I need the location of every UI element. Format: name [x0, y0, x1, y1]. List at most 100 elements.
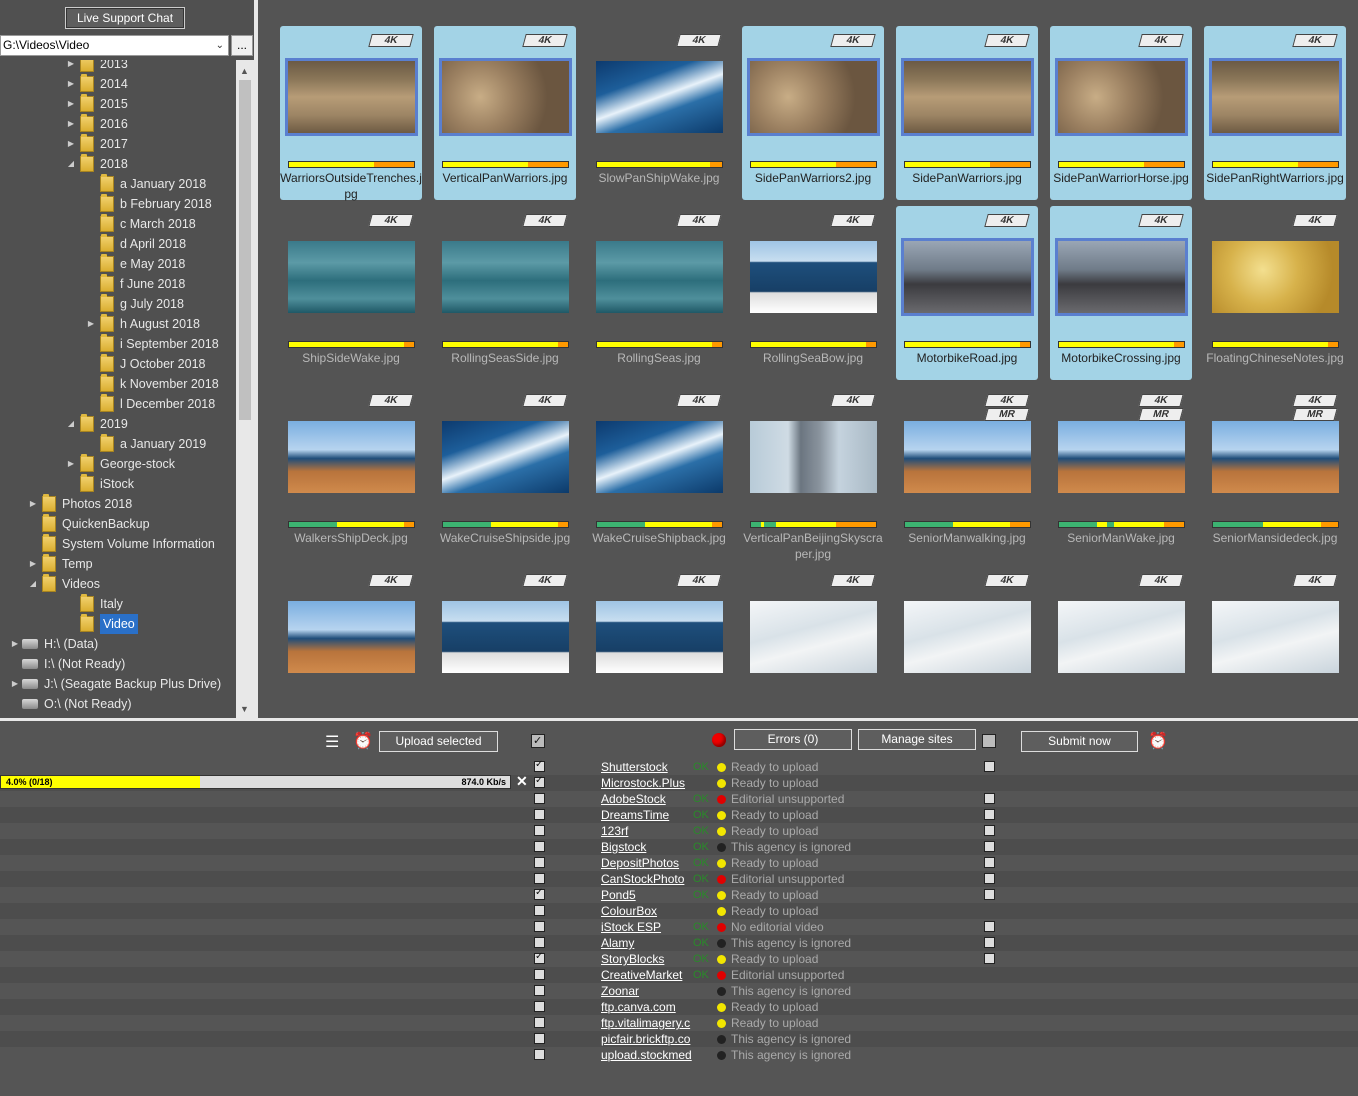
thumbnail-card[interactable]: 4K MotorbikeCrossing.jpg [1050, 206, 1192, 380]
site-option-checkbox[interactable] [984, 793, 995, 804]
tree-item[interactable]: Italy [0, 594, 236, 614]
site-option-checkbox[interactable] [984, 841, 995, 852]
site-link[interactable]: DreamsTime [601, 807, 701, 823]
tree-item[interactable]: c March 2018 [0, 214, 236, 234]
tree-item[interactable]: Video [0, 614, 236, 634]
tree-item[interactable]: ▶ 2015 [0, 94, 236, 114]
chevron-down-icon[interactable]: ⌄ [216, 36, 224, 55]
thumbnail-card[interactable]: 4K RollingSeasSide.jpg [434, 206, 576, 380]
thumbnail-card[interactable]: 4K MR SeniorManWake.jpg [1050, 386, 1192, 560]
thumbnail-card[interactable]: 4K FloatingChineseNotes.jpg [1204, 206, 1346, 380]
site-checkbox[interactable] [534, 985, 545, 996]
thumbnail-card[interactable]: 4K WakeCruiseShipback.jpg [588, 386, 730, 560]
site-link[interactable]: Microstock.Plus [601, 775, 701, 791]
tree-item[interactable]: i September 2018 [0, 334, 236, 354]
tree-item[interactable]: J October 2018 [0, 354, 236, 374]
thumbnail-card[interactable]: 4K [280, 566, 422, 740]
site-checkbox[interactable] [534, 921, 545, 932]
expand-arrow-icon[interactable]: ▶ [66, 134, 76, 154]
thumbnail-image[interactable] [596, 421, 723, 493]
select-all-checkbox[interactable] [531, 734, 545, 748]
scroll-down-icon[interactable]: ▼ [240, 704, 249, 714]
tree-item[interactable]: ▶ 2013 [0, 60, 236, 74]
thumbnail-image[interactable] [1212, 421, 1339, 493]
alarm-clock-icon[interactable]: ⏰ [353, 731, 373, 751]
tree-item[interactable]: ▶ H:\ (Data) [0, 634, 236, 654]
expand-arrow-icon[interactable]: ▶ [28, 554, 38, 574]
site-checkbox[interactable] [534, 937, 545, 948]
browse-button[interactable]: ... [231, 35, 253, 56]
thumbnail-card[interactable]: 4K MotorbikeRoad.jpg [896, 206, 1038, 380]
site-checkbox[interactable] [534, 793, 545, 804]
thumbnail-card[interactable]: 4K VerticalPanWarriors.jpg [434, 26, 576, 200]
tree-item[interactable]: ▶ 2014 [0, 74, 236, 94]
site-option-checkbox[interactable] [984, 873, 995, 884]
expanded-arrow-icon[interactable]: ◢ [66, 154, 76, 174]
site-link[interactable]: Pond5 [601, 887, 701, 903]
expand-arrow-icon[interactable]: ▶ [28, 494, 38, 514]
site-link[interactable]: CreativeMarket [601, 967, 701, 983]
thumbnail-image[interactable] [1212, 61, 1339, 133]
tree-item[interactable]: O:\ (Not Ready) [0, 694, 236, 714]
thumbnail-card[interactable]: 4K WarriorsOutsideTrenches.jpg [280, 26, 422, 201]
expand-arrow-icon[interactable]: ▶ [66, 114, 76, 134]
thumbnail-card[interactable]: 4K MR SeniorMansidedeck.jpg [1204, 386, 1346, 560]
site-checkbox[interactable] [534, 887, 545, 900]
thumbnail-image[interactable] [1058, 241, 1185, 313]
thumbnail-card[interactable]: 4K [1204, 566, 1346, 740]
tree-item[interactable]: ▶ h August 2018 [0, 314, 236, 334]
site-link[interactable]: 123rf [601, 823, 701, 839]
thumbnail-card[interactable]: 4K ShipSideWake.jpg [280, 206, 422, 380]
tree-item[interactable]: a January 2019 [0, 434, 236, 454]
thumbnail-image[interactable] [442, 61, 569, 133]
options-checkbox[interactable] [982, 734, 996, 748]
thumbnail-card[interactable]: 4K SlowPanShipWake.jpg [588, 26, 730, 200]
site-option-checkbox[interactable] [984, 761, 995, 772]
manage-sites-button[interactable]: Manage sites [858, 729, 976, 750]
site-link[interactable]: picfair.brickftp.co [601, 1031, 701, 1047]
tree-item[interactable]: ▶ Photos 2018 [0, 494, 236, 514]
site-checkbox[interactable] [534, 857, 545, 868]
site-option-checkbox[interactable] [984, 825, 995, 836]
scrollbar-thumb[interactable] [239, 80, 251, 420]
site-checkbox[interactable] [534, 841, 545, 852]
site-link[interactable]: ftp.vitalimagery.c [601, 1015, 701, 1031]
tree-item[interactable]: ◢ Videos [0, 574, 236, 594]
site-link[interactable]: AdobeStock [601, 791, 701, 807]
site-checkbox[interactable] [534, 873, 545, 884]
list-icon[interactable]: ☰ [325, 732, 339, 752]
scroll-up-icon[interactable]: ▲ [240, 66, 249, 76]
thumbnail-image[interactable] [442, 601, 569, 673]
thumbnail-image[interactable] [288, 421, 415, 493]
submit-now-button[interactable]: Submit now [1021, 731, 1138, 752]
thumbnail-image[interactable] [750, 601, 877, 673]
tree-item[interactable]: ▶ J:\ (Seagate Backup Plus Drive) [0, 674, 236, 694]
site-checkbox[interactable] [534, 1001, 545, 1012]
site-checkbox[interactable] [534, 775, 545, 788]
expanded-arrow-icon[interactable]: ◢ [66, 414, 76, 434]
thumbnail-card[interactable]: 4K SidePanWarriors2.jpg [742, 26, 884, 200]
tree-item[interactable]: l December 2018 [0, 394, 236, 414]
thumbnail-card[interactable]: 4K [742, 566, 884, 740]
thumbnail-image[interactable] [1058, 421, 1185, 493]
tree-item[interactable]: I:\ (Not Ready) [0, 654, 236, 674]
tree-item[interactable]: ▶ 2016 [0, 114, 236, 134]
thumbnail-card[interactable]: 4K [1050, 566, 1192, 740]
expand-arrow-icon[interactable]: ▶ [66, 60, 76, 74]
thumbnail-card[interactable]: 4K WakeCruiseShipside.jpg [434, 386, 576, 560]
thumbnail-card[interactable]: 4K [588, 566, 730, 740]
thumbnail-image[interactable] [442, 421, 569, 493]
thumbnail-image[interactable] [1212, 601, 1339, 673]
thumbnail-image[interactable] [750, 241, 877, 313]
site-option-checkbox[interactable] [984, 857, 995, 868]
thumbnail-card[interactable]: 4K WalkersShipDeck.jpg [280, 386, 422, 560]
schedule-clock-icon[interactable]: ⏰ [1148, 731, 1168, 751]
thumbnail-card[interactable]: 4K SidePanWarriorHorse.jpg [1050, 26, 1192, 200]
site-link[interactable]: CanStockPhoto [601, 871, 701, 887]
site-link[interactable]: iStock ESP [601, 919, 701, 935]
site-link[interactable]: StoryBlocks [601, 951, 701, 967]
site-link[interactable]: ftp.canva.com [601, 999, 701, 1015]
tree-item[interactable]: ▶ 2017 [0, 134, 236, 154]
thumbnail-card[interactable]: 4K RollingSeaBow.jpg [742, 206, 884, 380]
tree-item[interactable]: g July 2018 [0, 294, 236, 314]
